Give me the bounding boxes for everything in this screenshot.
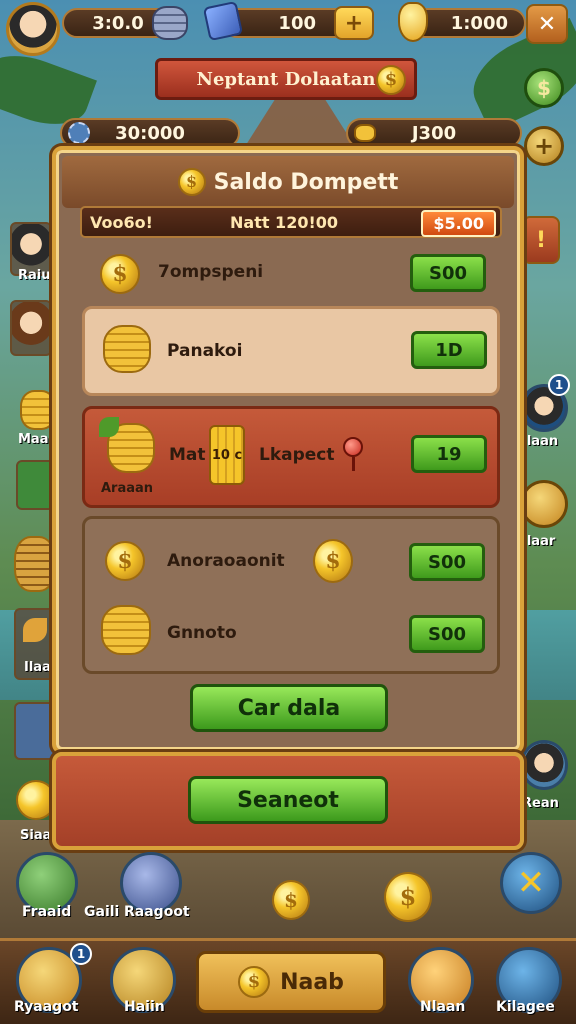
buy-button[interactable]: S00	[409, 543, 485, 581]
leaf-icon	[23, 618, 47, 642]
side-character-2[interactable]	[10, 300, 52, 356]
coin-icon: $	[105, 541, 145, 581]
side-label-1: Raiu	[18, 268, 51, 283]
buy-button[interactable]: 19	[411, 435, 487, 473]
side-label-3: Ilaa	[24, 660, 51, 675]
resource-2-value: 100	[278, 12, 316, 34]
ground-coin-2: $	[384, 872, 432, 922]
nav-label-2: Haiin	[124, 999, 165, 1015]
gold-gem-icon	[398, 2, 428, 42]
right-side-tab[interactable]: !	[522, 216, 560, 264]
secondary-resource-left: 30:000	[60, 118, 240, 148]
right-side-badge: 1	[548, 374, 570, 396]
coin-icon: $	[100, 254, 140, 294]
buy-button[interactable]: S00	[409, 615, 485, 653]
side-coin-stack-icon[interactable]	[20, 390, 56, 430]
nav-label-3: Nlaan	[420, 999, 466, 1015]
nav-center-label: Naab	[280, 969, 344, 995]
primary-action-button[interactable]: Car dala	[190, 684, 388, 732]
right-label-1: Ilaan	[522, 434, 559, 449]
gear-icon	[68, 122, 90, 144]
add-round-button[interactable]: +	[524, 126, 564, 166]
pot-icon	[354, 124, 376, 142]
gold-card-label: 10 c	[211, 447, 243, 463]
lower-action-panel: Seaneot	[52, 752, 524, 850]
leaf-icon	[99, 417, 119, 437]
coin-icon: $	[313, 539, 353, 583]
nav-badge: 1	[70, 943, 92, 965]
panel-header: $ Saldo Dompett	[62, 156, 514, 208]
secondary-right-value: J300	[411, 122, 457, 144]
header-coin-icon: $	[177, 168, 206, 196]
row-label-right: Lkapect	[259, 445, 335, 465]
lower-label-2: Gaili	[84, 904, 120, 920]
banner-coin-icon: $	[376, 65, 406, 95]
close-icon: ✕	[537, 11, 557, 37]
row-label: Panakoi	[167, 341, 243, 361]
side-label-4: Siaa	[20, 828, 52, 843]
nav-label-4: Kilagee	[496, 999, 555, 1015]
plus-icon: +	[344, 10, 364, 36]
coin-stack-icon	[103, 325, 151, 373]
lower-label-3: Raagoot	[124, 904, 190, 920]
row-label: Gnnoto	[167, 623, 237, 643]
buy-button[interactable]: 1D	[411, 331, 487, 369]
event-banner: Neptant Dolaatan $	[155, 58, 417, 100]
nav-center-button[interactable]: $ Naab	[196, 951, 386, 1013]
panel-title: Saldo Dompett	[213, 169, 399, 195]
side-card-4[interactable]	[14, 702, 56, 760]
info-center: Natt 120!00	[230, 213, 339, 232]
row-label-left: Mat	[169, 445, 206, 465]
coin-stack-icon	[101, 605, 151, 655]
side-coin-icon[interactable]	[16, 780, 56, 820]
list-item[interactable]: Panakoi 1D	[82, 306, 500, 396]
info-left: Voo6o!	[90, 213, 153, 232]
secondary-resource-right: J300	[346, 118, 522, 148]
nav-center-coin-icon: $	[238, 966, 271, 998]
buy-button[interactable]: S00	[410, 254, 486, 292]
nav-label-1: Ryaagot	[14, 999, 79, 1015]
list-group: $ Anoraoaonit $ S00 Gnnoto S00	[82, 516, 500, 674]
right-drink-icon[interactable]	[520, 480, 568, 528]
add-resource-button[interactable]: +	[334, 6, 374, 40]
resource-1-value: 3:0.0	[92, 12, 144, 34]
shuffle-button[interactable]: ✕	[500, 852, 562, 914]
ground-coin-1: $	[272, 880, 310, 920]
right-label-3: Rean	[522, 796, 559, 811]
dollar-shop-icon[interactable]: $	[524, 68, 564, 108]
side-chest-icon[interactable]	[14, 536, 56, 592]
list-item[interactable]: Araaan Mat 10 c Lkapect 19	[82, 406, 500, 508]
silver-coin-stack-icon	[152, 6, 188, 40]
row-label: Anoraoaonit	[167, 551, 285, 571]
banner-title: Neptant Dolaatan	[196, 68, 376, 90]
row-label: 7ompspeni	[158, 262, 264, 282]
secondary-action-button[interactable]: Seaneot	[188, 776, 388, 824]
right-label-2: Ilaar	[522, 534, 556, 549]
pin-stick	[352, 457, 355, 471]
resource-3-value: 1:000	[450, 12, 508, 34]
list-item[interactable]: $ 7ompspeni S00	[82, 246, 500, 302]
player-avatar[interactable]	[6, 2, 60, 56]
right-character-2[interactable]	[520, 740, 568, 790]
info-right-badge: $5.00	[421, 210, 496, 237]
pin-icon	[343, 437, 363, 457]
top-resource-bar: 3:0.0 100 + 1:000 ✕	[0, 0, 576, 56]
bottom-navigation: 1 Ryaagot Haiin $ Naab Nlaan Kilagee	[0, 938, 576, 1024]
wallet-panel: $ Saldo Dompett Voo6o! Natt 120!00 $5.00…	[52, 146, 524, 754]
close-button[interactable]: ✕	[526, 4, 568, 44]
gold-card-icon: 10 c	[209, 425, 245, 485]
lower-label-1: Fraaid	[22, 904, 72, 920]
secondary-left-value: 30:000	[115, 122, 185, 144]
info-bar: Voo6o! Natt 120!00 $5.00	[80, 206, 502, 238]
gem-box-icon	[202, 0, 244, 42]
row-caption: Araaan	[101, 481, 154, 496]
